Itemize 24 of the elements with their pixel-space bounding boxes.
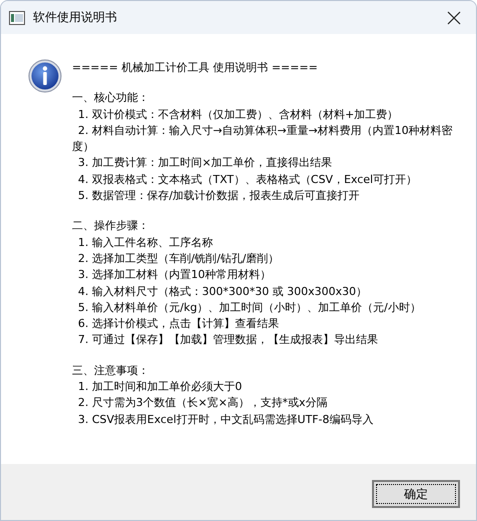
list-item: 5. 数据管理：保存/加载计价数据，报表生成后可直接打开 [77, 188, 361, 204]
info-icon [28, 59, 62, 93]
list-item: 1. 双计价模式：不含材料（仅加工费）、含材料（材料+加工费） [77, 106, 400, 123]
list-item: 5. 输入材料单价（元/kg）、加工时间（小时）、加工单价（元/小时） [77, 300, 422, 316]
list-item: 6. 选择计价模式，点击【计算】查看结果 [77, 316, 280, 332]
list-item: 1. 输入工件名称、工序名称 [77, 234, 214, 251]
list-item: 7. 可通过【保存】【加载】管理数据，【生成报表】导出结果 [77, 332, 379, 348]
list-item: 2. 选择加工类型（车削/铣削/钻孔/磨削） [77, 250, 280, 267]
list-item: 2. 材料自动计算：输入尺寸→自动算体积→重量→材料费用（内置10种材料密度） [72, 122, 454, 156]
window-title: 软件使用说明书 [33, 9, 118, 26]
list-item: 4. 输入材料尺寸（格式：300*300*30 或 300x300x30） [77, 284, 368, 300]
list-item: 1. 加工时间和加工单价必须大于0 [77, 379, 243, 396]
list-item: 3. 选择加工材料（内置10种常用材料） [77, 267, 272, 284]
ok-button[interactable]: 确定 [372, 480, 460, 508]
list-item: 3. CSV报表用Excel打开时，中文乱码需选择UTF-8编码导入 [77, 412, 374, 428]
app-icon [9, 10, 25, 24]
section-heading: 二、操作步骤： [72, 218, 150, 234]
close-icon [447, 10, 461, 24]
list-item: 2. 尺寸需为3个数值（长×宽×高），支持*或x分隔 [77, 395, 328, 412]
list-item: 4. 双报表格式：文本格式（TXT）、表格格式（CSV，Excel可打开） [77, 172, 418, 188]
message-header: ===== 机械加工计价工具 使用说明书 ===== [72, 60, 319, 76]
section-heading: 三、注意事项： [72, 362, 150, 379]
section-heading: 一、核心功能： [72, 90, 150, 106]
list-item: 3. 加工费计算：加工时间×加工单价，直接得出结果 [77, 155, 334, 172]
